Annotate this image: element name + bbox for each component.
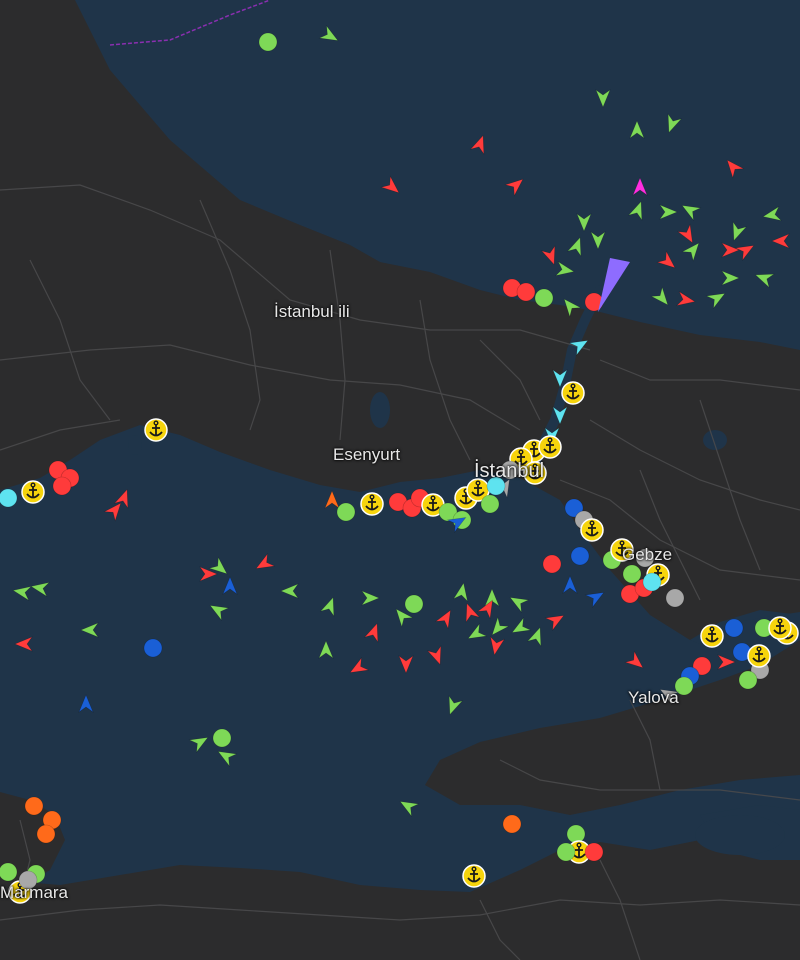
anchor-icon-anchored-134[interactable]	[747, 644, 771, 668]
vessel-marker-cargo-0[interactable]	[258, 32, 278, 52]
anchor-icon-anchored-42[interactable]	[538, 435, 562, 459]
anchor-icon-anchored-75[interactable]	[610, 538, 634, 562]
lake-dam	[703, 430, 727, 450]
vessel-marker-unknown-81[interactable]	[665, 588, 685, 608]
vessel-marker-cargo-33[interactable]	[534, 288, 554, 308]
vessel-marker-cargo-136[interactable]	[738, 670, 758, 690]
vessel-marker-unknown-76[interactable]	[635, 548, 655, 568]
vessel-marker-tug_special-82[interactable]	[642, 572, 662, 592]
vessel-marker-tanker-32[interactable]	[516, 282, 536, 302]
anchor-icon-anchored-150[interactable]	[462, 864, 486, 888]
vessel-marker-high_speed-145[interactable]	[502, 814, 522, 834]
vessel-marker-cargo-77[interactable]	[622, 564, 642, 584]
anchor-icon-anchored-71[interactable]	[580, 518, 604, 542]
anchor-icon-anchored-47[interactable]	[144, 418, 168, 442]
vessel-marker-unknown-45[interactable]	[500, 460, 520, 480]
vessel-marker-cargo-56[interactable]	[336, 502, 356, 522]
vessel-marker-passenger-73[interactable]	[570, 546, 590, 566]
vessel-marker-cargo-65[interactable]	[480, 494, 500, 514]
anchor-icon-anchored-44[interactable]	[523, 461, 547, 485]
vessel-marker-tanker-50[interactable]	[52, 476, 72, 496]
lake-kucukcekmece	[370, 392, 390, 428]
vessel-marker-tug_special-68[interactable]	[486, 476, 506, 496]
map-canvas[interactable]	[0, 0, 800, 960]
anchor-icon-anchored-131[interactable]	[768, 616, 792, 640]
vessel-marker-passenger-128[interactable]	[724, 618, 744, 638]
vessel-marker-cargo-141[interactable]	[0, 862, 18, 882]
vessel-map[interactable]: İstanbul ili Esenyurt İstanbul Gebze Yal…	[0, 0, 800, 960]
vessel-marker-tug_special-52[interactable]	[0, 488, 18, 508]
vessel-marker-cargo-148[interactable]	[556, 842, 576, 862]
vessel-marker-high_speed-138[interactable]	[24, 796, 44, 816]
lake-iznik	[695, 815, 785, 855]
vessel-marker-tanker-149[interactable]	[584, 842, 604, 862]
vessel-marker-cargo-119[interactable]	[212, 728, 232, 748]
vessel-marker-cargo-146[interactable]	[566, 824, 586, 844]
vessel-marker-cargo-93[interactable]	[404, 594, 424, 614]
vessel-marker-tanker-72[interactable]	[542, 554, 562, 574]
vessel-marker-unknown-144[interactable]	[18, 870, 38, 890]
anchor-icon-anchored-38[interactable]	[561, 381, 585, 405]
anchor-icon-anchored-51[interactable]	[21, 480, 45, 504]
lake-buyukcekmece	[128, 435, 142, 455]
anchor-icon-anchored-57[interactable]	[360, 492, 384, 516]
anchor-icon-anchored-127[interactable]	[700, 624, 724, 648]
vessel-marker-high_speed-140[interactable]	[36, 824, 56, 844]
vessel-marker-passenger-110[interactable]	[143, 638, 163, 658]
